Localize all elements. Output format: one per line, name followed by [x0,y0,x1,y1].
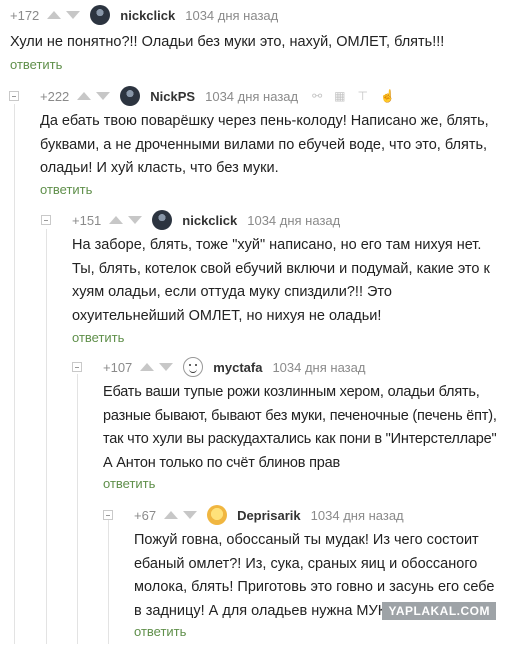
collapse-toggle[interactable] [41,215,51,225]
thread-line [77,374,78,644]
vote-up-icon[interactable] [109,216,124,224]
avatar[interactable] [207,505,228,525]
pin-icon[interactable]: ⊤ [358,89,368,103]
hand-icon[interactable]: ☝ [380,89,395,103]
vote-down-icon[interactable] [183,511,198,519]
comment-text: Да ебать твою поварёшку через пень-колод… [40,113,489,176]
comment-text: Хули не понятно?!! Оладьи без муки это, … [10,34,445,50]
comment-date[interactable]: 1034 дня назад [311,508,404,523]
comment-author[interactable]: Deprisarik [237,508,301,523]
comment-date[interactable]: 1034 дня назад [205,89,298,104]
link-icon[interactable]: ⚯ [312,89,322,103]
vote-down-icon[interactable] [96,92,111,100]
avatar[interactable] [120,86,141,106]
comment-author[interactable]: NickPS [150,89,195,104]
comment-author[interactable]: nickclick [120,8,175,23]
reply-link[interactable]: ответить [103,476,155,491]
comment-header: +67 Deprisarik 1034 дня назад [134,505,404,525]
comment-author[interactable]: nickclick [182,213,237,228]
comment-rating: +67 [134,507,157,523]
comment-author[interactable]: myctafa [213,360,262,375]
comment-date[interactable]: 1034 дня назад [272,360,365,375]
comment-header: +172 nickclick 1034 дня назад [10,5,278,25]
vote-up-icon[interactable] [77,92,92,100]
thread-line [108,520,109,644]
vote-up-icon[interactable] [140,363,155,371]
comment-text: Ебать ваши тупые рожи козлинным хером, о… [103,384,497,471]
comment-rating: +151 [72,212,102,228]
comment-header: +222 NickPS 1034 дня назад ⚯ ▦ ⊤ ☝ [40,86,395,106]
collapse-toggle[interactable] [9,91,19,101]
comment-rating: +172 [10,7,40,23]
save-icon[interactable]: ▦ [334,89,345,103]
comment-rating: +222 [40,88,70,104]
avatar[interactable] [152,210,173,230]
avatar[interactable] [183,357,204,377]
collapse-toggle[interactable] [103,510,113,520]
comment-date[interactable]: 1034 дня назад [185,8,278,23]
thread-line [46,229,47,644]
vote-down-icon[interactable] [66,11,81,19]
thread-line [14,104,15,644]
vote-up-icon[interactable] [164,511,179,519]
comment-text: На заборе, блять, тоже "хуй" написано, н… [72,237,490,324]
reply-link[interactable]: ответить [40,182,92,197]
reply-link[interactable]: ответить [10,57,62,72]
comment-rating: +107 [103,359,133,375]
avatar[interactable] [90,5,111,25]
comment-date[interactable]: 1034 дня назад [247,213,340,228]
vote-down-icon[interactable] [128,216,143,224]
comment-header: +151 nickclick 1034 дня назад [72,210,340,230]
reply-link[interactable]: ответить [72,330,124,345]
vote-up-icon[interactable] [47,11,62,19]
reply-link[interactable]: ответить [134,624,186,639]
vote-down-icon[interactable] [159,363,174,371]
site-watermark: YAPLAKAL.COM [382,602,496,620]
collapse-toggle[interactable] [72,362,82,372]
comment-header: +107 myctafa 1034 дня назад [103,357,365,377]
